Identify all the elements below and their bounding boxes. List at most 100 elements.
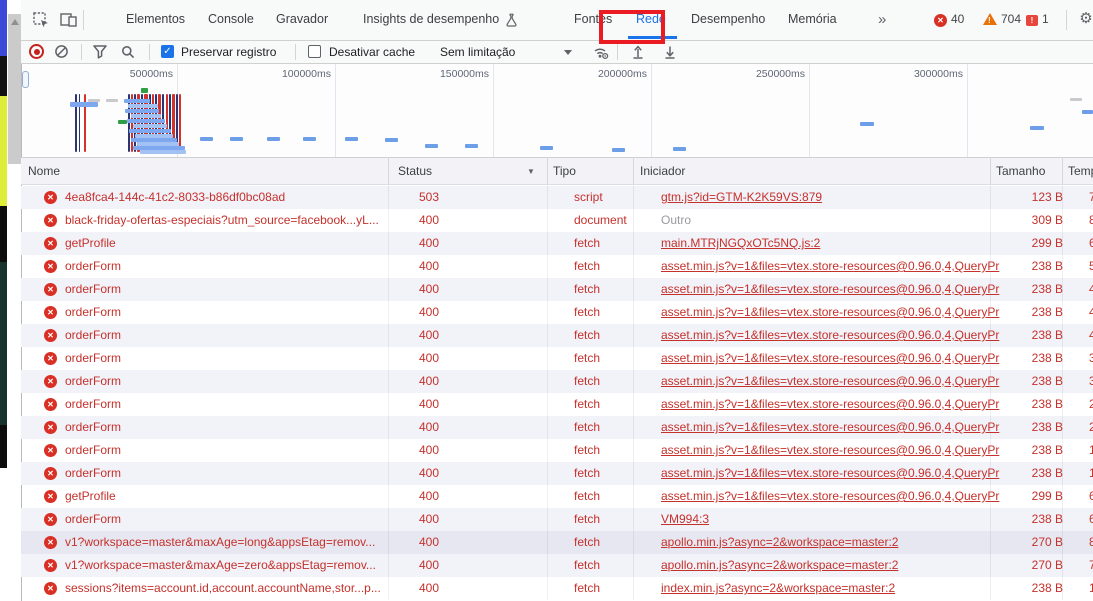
tab-insights-de-desempenho[interactable]: Insights de desempenho xyxy=(363,0,499,39)
header-column-divider[interactable] xyxy=(1062,157,1063,184)
request-initiator[interactable]: asset.min.js?v=1&files=vtex.store-resour… xyxy=(661,416,1007,439)
console-errors-count[interactable]: 40 xyxy=(951,0,964,39)
request-name[interactable]: 4ea8fca4-144c-41c2-8033-b86df0bc08ad xyxy=(65,186,401,209)
console-errors-icon[interactable]: ✕ xyxy=(934,14,947,27)
request-initiator[interactable]: apollo.min.js?async=2&workspace=master:2 xyxy=(661,554,1007,577)
network-request-row[interactable]: ✕black-friday-ofertas-especiais?utm_sour… xyxy=(21,209,1093,232)
request-name[interactable]: orderForm xyxy=(65,324,401,347)
scrollbar-up-arrow-icon[interactable] xyxy=(11,19,19,25)
request-initiator[interactable]: asset.min.js?v=1&files=vtex.store-resour… xyxy=(661,255,1007,278)
request-name[interactable]: sessions?items=account.id,account.accoun… xyxy=(65,577,401,600)
overview-left-handle[interactable] xyxy=(22,71,29,88)
network-request-row[interactable]: ✕v1?workspace=master&maxAge=zero&appsEta… xyxy=(21,554,1093,577)
request-initiator[interactable]: asset.min.js?v=1&files=vtex.store-resour… xyxy=(661,462,1007,485)
network-request-row[interactable]: ✕getProfile400fetchasset.min.js?v=1&file… xyxy=(21,485,1093,508)
request-name[interactable]: orderForm xyxy=(65,393,401,416)
network-request-row[interactable]: ✕orderForm400fetchasset.min.js?v=1&files… xyxy=(21,393,1093,416)
request-name[interactable]: orderForm xyxy=(65,347,401,370)
settings-gear-icon[interactable]: ⚙ xyxy=(1078,11,1093,27)
network-request-row[interactable]: ✕sessions?items=account.id,account.accou… xyxy=(21,577,1093,600)
column-header-nome[interactable]: Nome xyxy=(28,158,60,184)
request-initiator[interactable]: asset.min.js?v=1&files=vtex.store-resour… xyxy=(661,347,1007,370)
inspect-element-icon[interactable] xyxy=(33,12,49,28)
network-request-row[interactable]: ✕orderForm400fetchasset.min.js?v=1&files… xyxy=(21,416,1093,439)
column-header-status[interactable]: Status xyxy=(398,158,432,184)
request-name[interactable]: orderForm xyxy=(65,255,401,278)
network-request-row[interactable]: ✕orderForm400fetchasset.min.js?v=1&files… xyxy=(21,278,1093,301)
column-header-iniciador[interactable]: Iniciador xyxy=(640,158,685,184)
network-request-row[interactable]: ✕orderForm400fetchasset.min.js?v=1&files… xyxy=(21,301,1093,324)
console-warnings-icon[interactable]: ! xyxy=(983,13,997,25)
record-network-log-button[interactable] xyxy=(29,44,44,59)
request-initiator[interactable]: asset.min.js?v=1&files=vtex.store-resour… xyxy=(661,485,1007,508)
request-name[interactable]: orderForm xyxy=(65,301,401,324)
network-request-row[interactable]: ✕v1?workspace=master&maxAge=long&appsEta… xyxy=(21,531,1093,554)
request-name[interactable]: orderForm xyxy=(65,278,401,301)
request-initiator[interactable]: index.min.js?async=2&workspace=master:2 xyxy=(661,577,1007,600)
request-initiator[interactable]: VM994:3 xyxy=(661,508,1007,531)
request-name[interactable]: v1?workspace=master&maxAge=long&appsEtag… xyxy=(65,531,401,554)
network-request-row[interactable]: ✕orderForm400fetchasset.min.js?v=1&files… xyxy=(21,255,1093,278)
tab-console[interactable]: Console xyxy=(208,0,254,39)
console-warnings-count[interactable]: 704 xyxy=(1001,0,1021,39)
network-request-row[interactable]: ✕4ea8fca4-144c-41c2-8033-b86df0bc08ad503… xyxy=(21,186,1093,209)
request-initiator[interactable]: apollo.min.js?async=2&workspace=master:2 xyxy=(661,531,1007,554)
devtools-network-panel: Elementos Console Gravador Insights de dese… xyxy=(0,0,1093,601)
search-icon[interactable] xyxy=(121,45,137,61)
request-name[interactable]: v1?workspace=master&maxAge=zero&appsEtag… xyxy=(65,554,401,577)
request-name[interactable]: black-friday-ofertas-especiais?utm_sourc… xyxy=(65,209,401,232)
request-initiator[interactable]: asset.min.js?v=1&files=vtex.store-resour… xyxy=(661,324,1007,347)
request-initiator[interactable]: gtm.js?id=GTM-K2K59VS:879 xyxy=(661,186,1007,209)
import-har-icon[interactable] xyxy=(631,45,647,61)
clear-network-log-icon[interactable] xyxy=(54,44,70,60)
tab-mem-ria[interactable]: Memória xyxy=(788,0,837,39)
disable-cache-label[interactable]: Desativar cache xyxy=(329,41,415,63)
request-name[interactable]: orderForm xyxy=(65,462,401,485)
request-initiator[interactable]: asset.min.js?v=1&files=vtex.store-resour… xyxy=(661,301,1007,324)
request-time: 4.0 xyxy=(1089,324,1093,347)
header-column-divider[interactable] xyxy=(547,157,548,184)
throttling-dropdown-arrow-icon[interactable] xyxy=(564,50,572,55)
more-tabs-icon[interactable]: » xyxy=(878,0,886,39)
request-name[interactable]: getProfile xyxy=(65,232,401,255)
preserve-log-label[interactable]: Preservar registro xyxy=(181,41,276,63)
filter-icon[interactable] xyxy=(93,45,109,61)
request-initiator[interactable]: asset.min.js?v=1&files=vtex.store-resour… xyxy=(661,393,1007,416)
column-header-tempo[interactable]: Tempo xyxy=(1068,158,1093,184)
tab-desempenho[interactable]: Desempenho xyxy=(691,0,765,39)
header-column-divider[interactable] xyxy=(388,157,389,184)
column-header-tamanho[interactable]: Tamanho xyxy=(996,158,1045,184)
request-name[interactable]: orderForm xyxy=(65,439,401,462)
issues-count[interactable]: 1 xyxy=(1042,0,1049,39)
issues-icon[interactable]: ! xyxy=(1026,15,1038,26)
sort-descending-icon[interactable]: ▼ xyxy=(527,167,535,176)
network-request-row[interactable]: ✕orderForm400fetchasset.min.js?v=1&files… xyxy=(21,324,1093,347)
network-request-row[interactable]: ✕orderForm400fetchasset.min.js?v=1&files… xyxy=(21,439,1093,462)
page-scrollbar[interactable] xyxy=(8,14,21,164)
request-name[interactable]: orderForm xyxy=(65,508,401,531)
header-column-divider[interactable] xyxy=(990,157,991,184)
network-request-row[interactable]: ✕orderForm400fetchasset.min.js?v=1&files… xyxy=(21,347,1093,370)
export-har-icon[interactable] xyxy=(663,45,679,61)
request-initiator[interactable]: asset.min.js?v=1&files=vtex.store-resour… xyxy=(661,439,1007,462)
network-conditions-icon[interactable] xyxy=(593,45,609,61)
request-name[interactable]: orderForm xyxy=(65,416,401,439)
request-type: script xyxy=(574,186,649,209)
header-column-divider[interactable] xyxy=(633,157,634,184)
preserve-log-checkbox[interactable]: ✓ xyxy=(161,45,174,58)
column-header-tipo[interactable]: Tipo xyxy=(553,158,576,184)
throttling-select[interactable]: Sem limitação xyxy=(440,41,515,63)
network-request-row[interactable]: ✕getProfile400fetchmain.MTRjNGQxOTc5NQ.j… xyxy=(21,232,1093,255)
request-initiator[interactable]: main.MTRjNGQxOTc5NQ.js:2 xyxy=(661,232,1007,255)
request-initiator[interactable]: asset.min.js?v=1&files=vtex.store-resour… xyxy=(661,370,1007,393)
tab-elementos[interactable]: Elementos xyxy=(126,0,185,39)
disable-cache-checkbox[interactable] xyxy=(308,45,321,58)
tab-gravador[interactable]: Gravador xyxy=(276,0,328,39)
request-initiator[interactable]: asset.min.js?v=1&files=vtex.store-resour… xyxy=(661,278,1007,301)
network-request-row[interactable]: ✕orderForm400fetchVM994:3238 B695 xyxy=(21,508,1093,531)
device-toolbar-icon[interactable] xyxy=(60,12,76,28)
network-request-row[interactable]: ✕orderForm400fetchasset.min.js?v=1&files… xyxy=(21,462,1093,485)
request-name[interactable]: getProfile xyxy=(65,485,401,508)
request-name[interactable]: orderForm xyxy=(65,370,401,393)
network-request-row[interactable]: ✕orderForm400fetchasset.min.js?v=1&files… xyxy=(21,370,1093,393)
